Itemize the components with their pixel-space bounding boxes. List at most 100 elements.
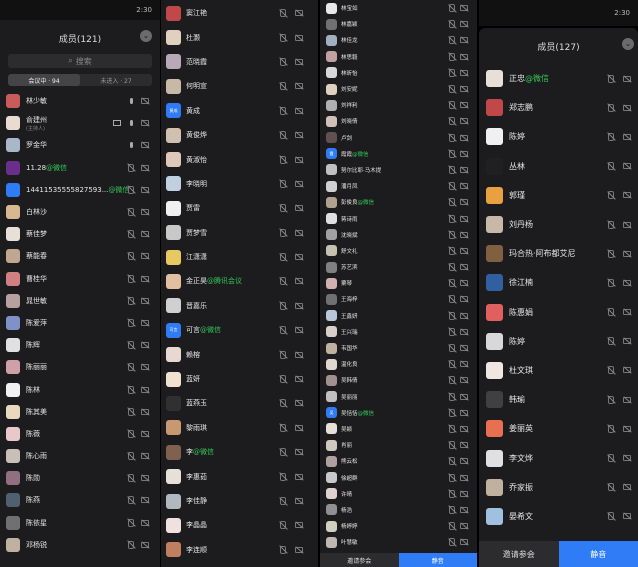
member-row[interactable]: 范晓霞: [161, 50, 318, 74]
member-row[interactable]: 正忠@微信: [479, 64, 638, 93]
member-row[interactable]: 韦国华: [320, 340, 477, 356]
member-row[interactable]: 丛林: [479, 152, 638, 181]
member-row[interactable]: 苏艺滨: [320, 259, 477, 275]
member-row[interactable]: 贾梦雪: [161, 221, 318, 245]
member-row[interactable]: 吴丽丽: [320, 389, 477, 405]
member-row[interactable]: 肖丽: [320, 437, 477, 453]
member-row[interactable]: 熊云松: [320, 453, 477, 469]
member-row[interactable]: 林佳龙: [320, 32, 477, 48]
member-row[interactable]: 何明宣: [161, 74, 318, 98]
member-row[interactable]: 林宝如: [320, 0, 477, 16]
member-row[interactable]: 陈惠娟: [479, 298, 638, 327]
member-row[interactable]: 黄成 黄成: [161, 99, 318, 123]
member-row[interactable]: 王鑫妍: [320, 308, 477, 324]
member-row[interactable]: 陈燕: [0, 489, 160, 511]
collapse-button[interactable]: ⌄: [622, 38, 634, 50]
member-row[interactable]: 11.28@微信: [0, 157, 160, 179]
member-row[interactable]: 吴吴恬恬@微信: [320, 405, 477, 421]
member-row[interactable]: 陈林: [0, 378, 160, 400]
member-row[interactable]: 林嘉颖: [320, 16, 477, 32]
member-row[interactable]: 刘安妮: [320, 81, 477, 97]
member-row[interactable]: 晋嘉乐: [161, 294, 318, 318]
member-row[interactable]: 林昕怡: [320, 65, 477, 81]
member-row[interactable]: 吴颖: [320, 421, 477, 437]
mute-all-button[interactable]: 静音: [558, 541, 638, 567]
member-row[interactable]: 陈辉: [0, 334, 160, 356]
member-row[interactable]: 黄淑怡: [161, 147, 318, 171]
member-row[interactable]: 陈依星: [0, 512, 160, 534]
member-row[interactable]: 许晴: [320, 486, 477, 502]
member-row[interactable]: 曹桂华: [0, 268, 160, 290]
member-row[interactable]: 14411535555827593...@微信: [0, 179, 160, 201]
member-row[interactable]: 李晓明: [161, 172, 318, 196]
member-row[interactable]: 俞建州 (主持人): [0, 112, 160, 134]
member-row[interactable]: 刘祥利: [320, 97, 477, 113]
member-row[interactable]: 玛合热·阿布都艾尼: [479, 239, 638, 268]
member-row[interactable]: 蔡佳梦: [0, 223, 160, 245]
member-row[interactable]: 乔家振: [479, 473, 638, 502]
member-row[interactable]: 邓杨锐: [0, 534, 160, 556]
member-row[interactable]: 陈薇: [0, 423, 160, 445]
member-row[interactable]: 杨婷婷: [320, 518, 477, 534]
invite-button[interactable]: 邀请参会: [479, 541, 559, 567]
member-row[interactable]: 李文烨: [479, 443, 638, 472]
member-row[interactable]: 杜灏: [161, 25, 318, 49]
member-row[interactable]: 黎雨琪: [161, 416, 318, 440]
member-row[interactable]: 赖榕: [161, 342, 318, 366]
member-row[interactable]: 卢剑: [320, 130, 477, 146]
tab-in-meeting[interactable]: 会议中 · 94: [8, 74, 80, 86]
member-row[interactable]: 李佳静: [161, 489, 318, 513]
search-input[interactable]: ⌕ 搜索: [8, 54, 152, 68]
member-row[interactable]: 郑志鹏: [479, 93, 638, 122]
member-row[interactable]: 努尔比耶·马木提: [320, 162, 477, 178]
member-row[interactable]: 金正昊@腾讯会议: [161, 269, 318, 293]
member-row[interactable]: 晁世敏: [0, 290, 160, 312]
member-row[interactable]: 韩瑜: [479, 385, 638, 414]
member-row[interactable]: 李@微信: [161, 440, 318, 464]
member-row[interactable]: 陈丽丽: [0, 356, 160, 378]
member-row[interactable]: 江潇潇: [161, 245, 318, 269]
member-row[interactable]: 陈婷: [479, 327, 638, 356]
member-row[interactable]: 林少敏: [0, 90, 160, 112]
member-row[interactable]: 林思毅: [320, 49, 477, 65]
member-row[interactable]: 舒文礼: [320, 243, 477, 259]
member-row[interactable]: 李晶晶: [161, 513, 318, 537]
collapse-button[interactable]: ⌄: [140, 30, 152, 42]
member-row[interactable]: 沈晓斌: [320, 227, 477, 243]
member-row[interactable]: 李惠茹: [161, 464, 318, 488]
mute-all-button[interactable]: 静音: [398, 553, 477, 567]
member-row[interactable]: 徐超群: [320, 469, 477, 485]
member-row[interactable]: 温化良: [320, 356, 477, 372]
member-row[interactable]: 蓝妍: [161, 367, 318, 391]
member-row[interactable]: 潘月凤: [320, 178, 477, 194]
member-row[interactable]: 王海梓: [320, 291, 477, 307]
member-row[interactable]: 吴韩倩: [320, 372, 477, 388]
member-row[interactable]: 刘晓倩: [320, 113, 477, 129]
member-row[interactable]: 罗金华: [0, 134, 160, 156]
member-row[interactable]: 霞霞霞@微信: [320, 146, 477, 162]
member-row[interactable]: 陈勋: [0, 467, 160, 489]
member-row[interactable]: 可言 可言@微信: [161, 318, 318, 342]
member-row[interactable]: 粟琴: [320, 275, 477, 291]
member-row[interactable]: 陈其美: [0, 401, 160, 423]
member-row[interactable]: 晏希文: [479, 502, 638, 531]
invite-button[interactable]: 邀请参会: [320, 553, 399, 567]
member-row[interactable]: 陈心雨: [0, 445, 160, 467]
member-row[interactable]: 徐江楠: [479, 268, 638, 297]
member-row[interactable]: 窦江艳: [161, 1, 318, 25]
member-row[interactable]: 李连顺: [161, 538, 318, 562]
member-row[interactable]: 叶慧敏: [320, 534, 477, 550]
member-row[interactable]: 黄俊烨: [161, 123, 318, 147]
member-row[interactable]: 陈婷: [479, 122, 638, 151]
member-row[interactable]: 杨浩: [320, 502, 477, 518]
member-row[interactable]: 王兴瑞: [320, 324, 477, 340]
member-row[interactable]: 郭瑾: [479, 181, 638, 210]
member-row[interactable]: 陈爱萍: [0, 312, 160, 334]
member-row[interactable]: 刘丹杨: [479, 210, 638, 239]
member-row[interactable]: 蒋诗雨: [320, 210, 477, 226]
member-row[interactable]: 姜丽英: [479, 414, 638, 443]
member-row[interactable]: 白林沙: [0, 201, 160, 223]
member-row[interactable]: 蓝燕玉: [161, 391, 318, 415]
member-row[interactable]: 彭俊良@微信: [320, 194, 477, 210]
member-row[interactable]: 蔡能春: [0, 245, 160, 267]
